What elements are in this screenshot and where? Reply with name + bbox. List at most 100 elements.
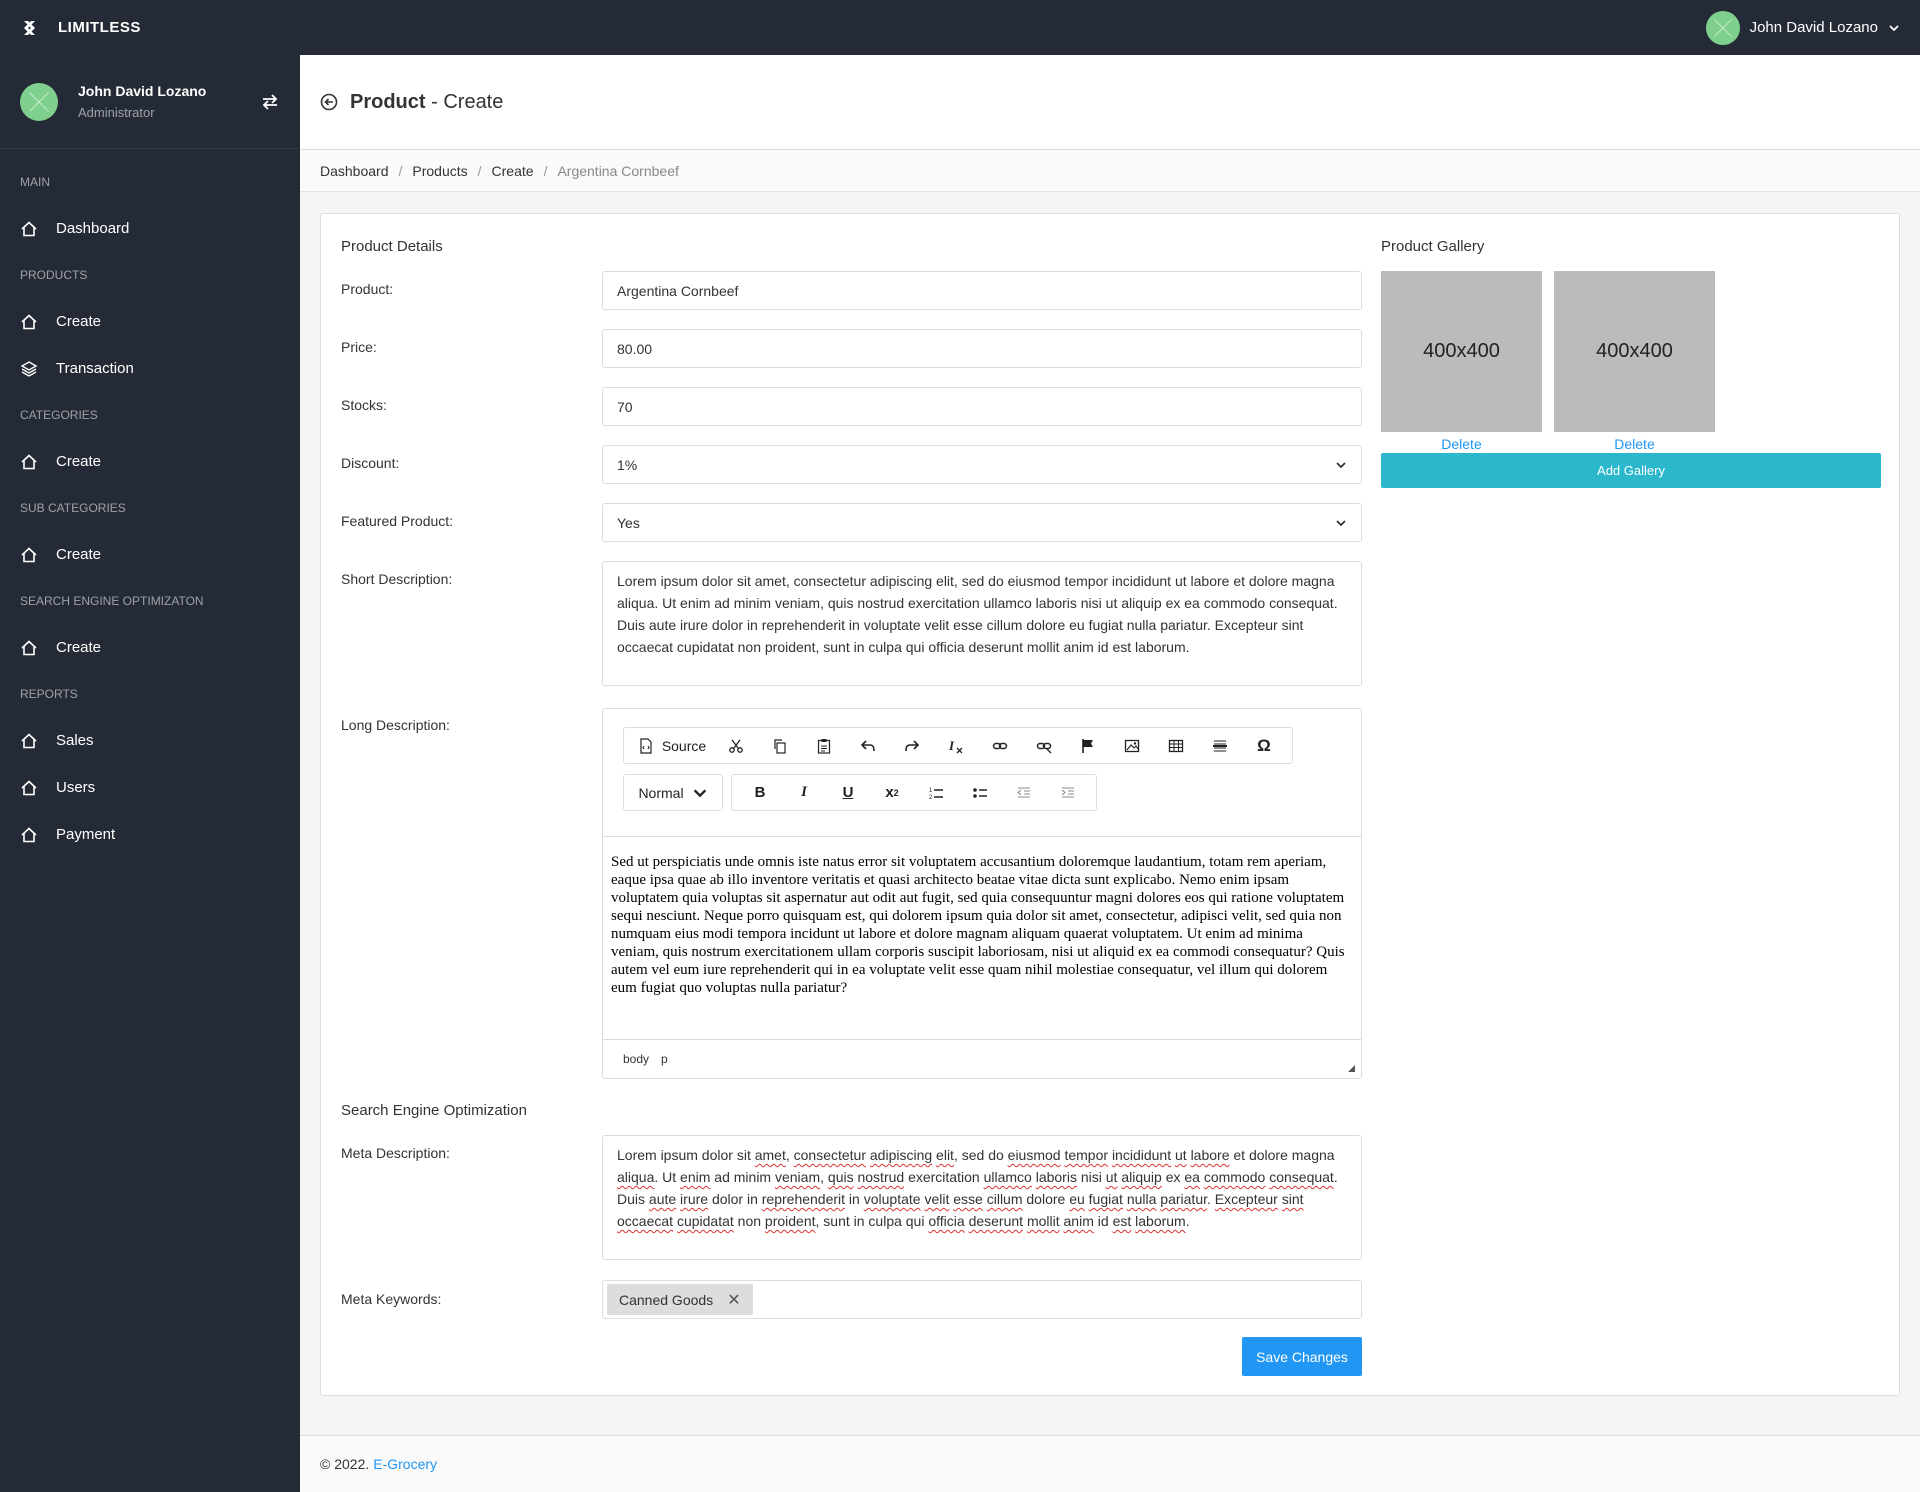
misspelled-word: est — [1112, 1213, 1132, 1229]
editor-status-bar: body p — [603, 1039, 1361, 1078]
misspelled-word: ea — [1184, 1169, 1200, 1185]
bullet-list-icon — [973, 787, 987, 798]
breadcrumb-create[interactable]: Create — [492, 163, 534, 179]
home-icon — [21, 220, 37, 236]
chevron-down-icon — [1889, 24, 1899, 31]
misspelled-word: eiusmod — [1007, 1147, 1061, 1163]
resize-handle[interactable] — [1348, 1065, 1355, 1072]
swap-icon[interactable] — [260, 92, 280, 112]
home-icon — [21, 546, 37, 562]
format-label: Normal — [638, 784, 684, 801]
sidebar-item-label: Payment — [56, 826, 116, 843]
misspelled-word: ut — [1105, 1169, 1118, 1185]
superscript-button[interactable]: x2 — [870, 775, 914, 810]
footer-link[interactable]: E-Grocery — [373, 1456, 437, 1472]
featured-label: Featured Product: — [341, 513, 454, 529]
cut-button[interactable] — [714, 728, 758, 763]
brand-name: LIMITLESS — [58, 19, 141, 36]
sidebar-item-create[interactable]: Create — [0, 531, 300, 578]
format-dropdown[interactable]: Normal — [623, 774, 723, 811]
sidebar-item-create[interactable]: Create — [0, 624, 300, 671]
breadcrumb-separator: / — [543, 162, 548, 179]
undo-icon — [860, 739, 875, 751]
product-gallery-title: Product Gallery — [1381, 238, 1485, 255]
special-char-button[interactable]: Ω — [1242, 728, 1286, 763]
remove-format-button[interactable]: I — [934, 728, 978, 763]
breadcrumb-dashboard[interactable]: Dashboard — [320, 163, 389, 179]
sidebar-item-label: Create — [56, 546, 102, 563]
sidebar-item-users[interactable]: Users — [0, 764, 300, 811]
copy-icon — [774, 738, 786, 754]
product-form-card: Product Details Product: Argentina Cornb… — [320, 213, 1900, 1396]
sidebar-item-sales[interactable]: Sales — [0, 717, 300, 764]
horizontal-rule-button[interactable] — [1198, 728, 1242, 763]
save-changes-button[interactable]: Save Changes — [1242, 1337, 1362, 1376]
sidebar-item-transaction[interactable]: Transaction — [0, 345, 300, 392]
image-button[interactable] — [1110, 728, 1154, 763]
meta-description-textarea[interactable]: Lorem ipsum dolor sit amet, consectetur … — [602, 1135, 1362, 1260]
editor-content[interactable]: Sed ut perspiciatis unde omnis iste natu… — [603, 837, 1361, 1039]
product-label: Product: — [341, 281, 394, 297]
paste-button[interactable] — [802, 728, 846, 763]
misspelled-word: fugiat — [1088, 1191, 1123, 1207]
featured-select[interactable]: Yes — [602, 503, 1362, 542]
stocks-input[interactable]: 70 — [602, 387, 1362, 426]
home-icon — [21, 639, 37, 655]
sidebar-item-label: Create — [56, 639, 102, 656]
table-button[interactable] — [1154, 728, 1198, 763]
paste-icon — [817, 738, 831, 754]
outdent-button[interactable] — [1002, 775, 1046, 810]
product-name-input[interactable]: Argentina Cornbeef — [602, 271, 1362, 310]
sidebar-item-create[interactable]: Create — [0, 438, 300, 485]
link-button[interactable] — [978, 728, 1022, 763]
sidebar-item-label: Sales — [56, 732, 94, 749]
undo-button[interactable] — [846, 728, 890, 763]
misspelled-word: mollit — [1026, 1213, 1060, 1229]
brand-logo-icon — [24, 20, 35, 35]
breadcrumb-products[interactable]: Products — [412, 163, 467, 179]
sidebar-nav: MAIN Dashboard PRODUCTS Create Transaction CA… — [0, 159, 300, 858]
copy-button[interactable] — [758, 728, 802, 763]
nav-section-header: PRODUCTS — [20, 268, 88, 282]
sidebar-item-create[interactable]: Create — [0, 298, 300, 345]
nav-section-header: SEARCH ENGINE OPTIMIZATON — [20, 594, 204, 608]
sidebar-item-payment[interactable]: Payment — [0, 811, 300, 858]
element-path-p[interactable]: p — [661, 1052, 668, 1066]
discount-select[interactable]: 1% — [602, 445, 1362, 484]
misspelled-word: proident — [764, 1213, 816, 1229]
home-icon — [21, 779, 37, 795]
anchor-button[interactable] — [1066, 728, 1110, 763]
indent-button[interactable] — [1046, 775, 1090, 810]
sidebar-user-role: Administrator — [78, 105, 155, 120]
misspelled-word: quis — [827, 1169, 854, 1185]
close-icon[interactable]: ✕ — [727, 1290, 740, 1310]
redo-icon — [905, 739, 920, 751]
unlink-button[interactable] — [1022, 728, 1066, 763]
scissors-icon — [729, 739, 743, 753]
redo-button[interactable] — [890, 728, 934, 763]
misspelled-word: amet — [754, 1147, 786, 1163]
element-path-body[interactable]: body — [623, 1052, 649, 1066]
bullet-list-button[interactable] — [958, 775, 1002, 810]
navbar-user-menu[interactable]: John David Lozano — [1705, 10, 1900, 45]
back-arrow-icon[interactable] — [320, 93, 338, 111]
editor-toolbar-group: Source I Ω — [623, 727, 1293, 764]
home-icon — [21, 732, 37, 748]
remove-format-icon: I — [948, 738, 963, 753]
source-button[interactable]: Source — [630, 728, 714, 763]
underline-button[interactable]: U — [826, 775, 870, 810]
stocks-label: Stocks: — [341, 397, 387, 413]
short-description-textarea[interactable]: Lorem ipsum dolor sit amet, consectetur … — [602, 561, 1362, 686]
table-icon — [1168, 739, 1184, 752]
italic-button[interactable]: I — [782, 775, 826, 810]
numbered-list-button[interactable]: 12 — [914, 775, 958, 810]
brand[interactable]: LIMITLESS — [20, 18, 141, 38]
price-input[interactable]: 80.00 — [602, 329, 1362, 368]
link-icon — [992, 742, 1008, 749]
sidebar-item-dashboard[interactable]: Dashboard — [0, 205, 300, 252]
numbered-list-icon: 12 — [929, 788, 943, 801]
chevron-down-icon — [1336, 519, 1346, 526]
bold-button[interactable]: B — [738, 775, 782, 810]
meta-keywords-input[interactable]: Canned Goods ✕ — [602, 1280, 1362, 1319]
add-gallery-button[interactable]: Add Gallery — [1381, 453, 1881, 488]
